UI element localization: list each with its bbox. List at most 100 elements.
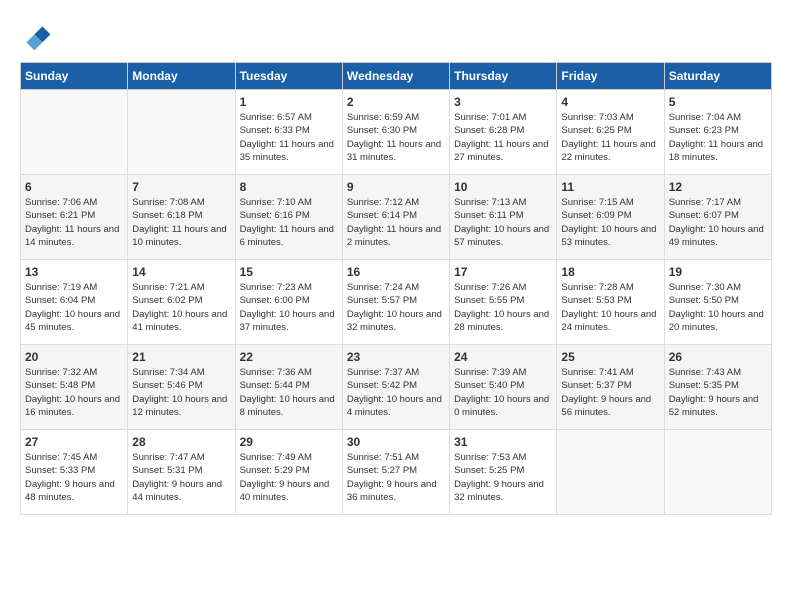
day-number: 19 — [669, 265, 767, 279]
day-number: 15 — [240, 265, 338, 279]
day-info: Sunrise: 7:21 AMSunset: 6:02 PMDaylight:… — [132, 281, 230, 334]
calendar-cell: 12 Sunrise: 7:17 AMSunset: 6:07 PMDayligh… — [664, 175, 771, 260]
day-info: Sunrise: 6:59 AMSunset: 6:30 PMDaylight:… — [347, 111, 445, 164]
calendar-cell: 18 Sunrise: 7:28 AMSunset: 5:53 PMDayligh… — [557, 260, 664, 345]
day-number: 14 — [132, 265, 230, 279]
day-info: Sunrise: 7:53 AMSunset: 5:25 PMDaylight:… — [454, 451, 552, 504]
calendar-cell — [128, 90, 235, 175]
day-number: 31 — [454, 435, 552, 449]
calendar-cell: 26 Sunrise: 7:43 AMSunset: 5:35 PMDayligh… — [664, 345, 771, 430]
calendar-cell: 22 Sunrise: 7:36 AMSunset: 5:44 PMDayligh… — [235, 345, 342, 430]
calendar-cell: 25Sunrise: 7:41 AMSunset: 5:37 PMDayligh… — [557, 345, 664, 430]
calendar-cell: 15Sunrise: 7:23 AMSunset: 6:00 PMDayligh… — [235, 260, 342, 345]
calendar-cell: 6 Sunrise: 7:06 AMSunset: 6:21 PMDaylight… — [21, 175, 128, 260]
calendar-cell: 5 Sunrise: 7:04 AMSunset: 6:23 PMDaylight… — [664, 90, 771, 175]
calendar-week-row: 20Sunrise: 7:32 AMSunset: 5:48 PMDayligh… — [21, 345, 772, 430]
day-info: Sunrise: 7:12 AMSunset: 6:14 PMDaylight:… — [347, 196, 445, 249]
day-info: Sunrise: 7:06 AMSunset: 6:21 PMDaylight:… — [25, 196, 123, 249]
day-info: Sunrise: 7:30 AMSunset: 5:50 PMDaylight:… — [669, 281, 767, 334]
day-number: 8 — [240, 180, 338, 194]
weekday-header-row: SundayMondayTuesdayWednesdayThursdayFrid… — [21, 63, 772, 90]
day-info: Sunrise: 7:03 AMSunset: 6:25 PMDaylight:… — [561, 111, 659, 164]
day-number: 17 — [454, 265, 552, 279]
day-number: 24 — [454, 350, 552, 364]
calendar-cell: 7 Sunrise: 7:08 AMSunset: 6:18 PMDaylight… — [128, 175, 235, 260]
day-info: Sunrise: 7:15 AMSunset: 6:09 PMDaylight:… — [561, 196, 659, 249]
day-info: Sunrise: 7:04 AMSunset: 6:23 PMDaylight:… — [669, 111, 767, 164]
day-info: Sunrise: 7:51 AMSunset: 5:27 PMDaylight:… — [347, 451, 445, 504]
day-info: Sunrise: 7:49 AMSunset: 5:29 PMDaylight:… — [240, 451, 338, 504]
day-info: Sunrise: 7:37 AMSunset: 5:42 PMDaylight:… — [347, 366, 445, 419]
weekday-header: Sunday — [21, 63, 128, 90]
calendar-cell: 28Sunrise: 7:47 AMSunset: 5:31 PMDayligh… — [128, 430, 235, 515]
day-number: 7 — [132, 180, 230, 194]
calendar-week-row: 6 Sunrise: 7:06 AMSunset: 6:21 PMDaylight… — [21, 175, 772, 260]
calendar-cell — [664, 430, 771, 515]
weekday-header: Thursday — [450, 63, 557, 90]
calendar-cell: 3 Sunrise: 7:01 AMSunset: 6:28 PMDaylight… — [450, 90, 557, 175]
day-info: Sunrise: 7:17 AMSunset: 6:07 PMDaylight:… — [669, 196, 767, 249]
weekday-header: Friday — [557, 63, 664, 90]
calendar-cell — [21, 90, 128, 175]
day-info: Sunrise: 7:36 AMSunset: 5:44 PMDaylight:… — [240, 366, 338, 419]
day-info: Sunrise: 7:32 AMSunset: 5:48 PMDaylight:… — [25, 366, 123, 419]
day-info: Sunrise: 7:34 AMSunset: 5:46 PMDaylight:… — [132, 366, 230, 419]
weekday-header: Tuesday — [235, 63, 342, 90]
calendar-cell: 2 Sunrise: 6:59 AMSunset: 6:30 PMDaylight… — [342, 90, 449, 175]
day-info: Sunrise: 7:47 AMSunset: 5:31 PMDaylight:… — [132, 451, 230, 504]
day-number: 11 — [561, 180, 659, 194]
day-info: Sunrise: 7:08 AMSunset: 6:18 PMDaylight:… — [132, 196, 230, 249]
calendar-cell: 29 Sunrise: 7:49 AMSunset: 5:29 PMDayligh… — [235, 430, 342, 515]
day-info: Sunrise: 7:45 AMSunset: 5:33 PMDaylight:… — [25, 451, 123, 504]
calendar-cell: 11 Sunrise: 7:15 AMSunset: 6:09 PMDayligh… — [557, 175, 664, 260]
calendar-cell: 16Sunrise: 7:24 AMSunset: 5:57 PMDayligh… — [342, 260, 449, 345]
day-info: Sunrise: 7:26 AMSunset: 5:55 PMDaylight:… — [454, 281, 552, 334]
day-number: 9 — [347, 180, 445, 194]
day-number: 1 — [240, 95, 338, 109]
day-number: 10 — [454, 180, 552, 194]
calendar-cell: 27Sunrise: 7:45 AMSunset: 5:33 PMDayligh… — [21, 430, 128, 515]
day-info: Sunrise: 7:13 AMSunset: 6:11 PMDaylight:… — [454, 196, 552, 249]
day-number: 26 — [669, 350, 767, 364]
weekday-header: Saturday — [664, 63, 771, 90]
calendar-cell: 9 Sunrise: 7:12 AMSunset: 6:14 PMDaylight… — [342, 175, 449, 260]
calendar-table: SundayMondayTuesdayWednesdayThursdayFrid… — [20, 62, 772, 515]
day-number: 4 — [561, 95, 659, 109]
calendar-cell: 1 Sunrise: 6:57 AMSunset: 6:33 PMDaylight… — [235, 90, 342, 175]
weekday-header: Wednesday — [342, 63, 449, 90]
day-info: Sunrise: 7:39 AMSunset: 5:40 PMDaylight:… — [454, 366, 552, 419]
day-number: 12 — [669, 180, 767, 194]
calendar-cell: 19 Sunrise: 7:30 AMSunset: 5:50 PMDayligh… — [664, 260, 771, 345]
calendar-cell: 31 Sunrise: 7:53 AMSunset: 5:25 PMDayligh… — [450, 430, 557, 515]
logo — [20, 20, 56, 52]
day-number: 18 — [561, 265, 659, 279]
day-info: Sunrise: 7:01 AMSunset: 6:28 PMDaylight:… — [454, 111, 552, 164]
day-info: Sunrise: 7:24 AMSunset: 5:57 PMDaylight:… — [347, 281, 445, 334]
calendar-cell: 10 Sunrise: 7:13 AMSunset: 6:11 PMDayligh… — [450, 175, 557, 260]
day-info: Sunrise: 7:43 AMSunset: 5:35 PMDaylight:… — [669, 366, 767, 419]
day-number: 2 — [347, 95, 445, 109]
day-info: Sunrise: 6:57 AMSunset: 6:33 PMDaylight:… — [240, 111, 338, 164]
calendar-cell: 20Sunrise: 7:32 AMSunset: 5:48 PMDayligh… — [21, 345, 128, 430]
calendar-cell: 30 Sunrise: 7:51 AMSunset: 5:27 PMDayligh… — [342, 430, 449, 515]
calendar-cell: 13Sunrise: 7:19 AMSunset: 6:04 PMDayligh… — [21, 260, 128, 345]
day-number: 13 — [25, 265, 123, 279]
day-number: 5 — [669, 95, 767, 109]
day-number: 22 — [240, 350, 338, 364]
calendar-week-row: 27Sunrise: 7:45 AMSunset: 5:33 PMDayligh… — [21, 430, 772, 515]
day-number: 6 — [25, 180, 123, 194]
calendar-cell: 17 Sunrise: 7:26 AMSunset: 5:55 PMDayligh… — [450, 260, 557, 345]
day-number: 3 — [454, 95, 552, 109]
day-number: 29 — [240, 435, 338, 449]
day-number: 30 — [347, 435, 445, 449]
page-header — [20, 20, 772, 52]
day-number: 23 — [347, 350, 445, 364]
calendar-cell: 21Sunrise: 7:34 AMSunset: 5:46 PMDayligh… — [128, 345, 235, 430]
day-info: Sunrise: 7:10 AMSunset: 6:16 PMDaylight:… — [240, 196, 338, 249]
calendar-cell: 8 Sunrise: 7:10 AMSunset: 6:16 PMDaylight… — [235, 175, 342, 260]
calendar-cell: 24 Sunrise: 7:39 AMSunset: 5:40 PMDayligh… — [450, 345, 557, 430]
day-info: Sunrise: 7:28 AMSunset: 5:53 PMDaylight:… — [561, 281, 659, 334]
weekday-header: Monday — [128, 63, 235, 90]
calendar-cell: 4 Sunrise: 7:03 AMSunset: 6:25 PMDaylight… — [557, 90, 664, 175]
day-info: Sunrise: 7:41 AMSunset: 5:37 PMDaylight:… — [561, 366, 659, 419]
